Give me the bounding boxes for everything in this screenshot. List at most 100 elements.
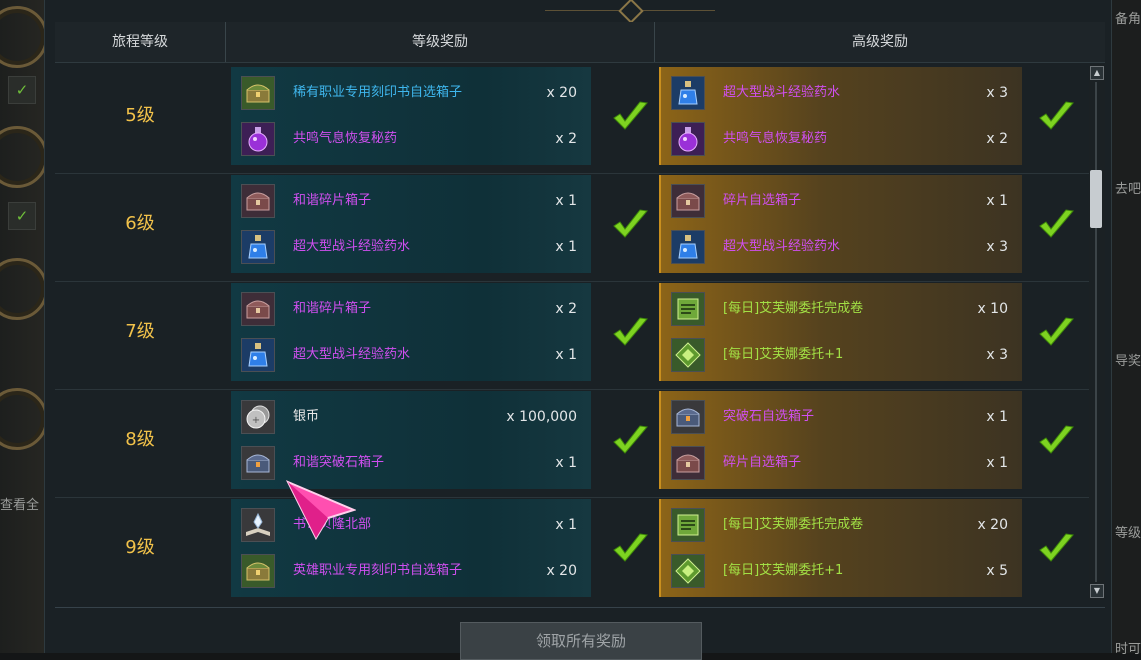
scroll-green-icon[interactable] — [671, 508, 705, 542]
footer-divider — [55, 607, 1105, 608]
reward-item[interactable]: [每日]艾芙娜委托完成卷 x 20 — [661, 502, 1022, 548]
reward-item[interactable]: 超大型战斗经验药水 x 1 — [231, 224, 591, 270]
journey-level-label: 8级 — [125, 429, 155, 450]
reward-item-name: [每日]艾芙娜委托+1 — [723, 347, 844, 362]
scrollbar[interactable]: ▲ ▼ — [1089, 64, 1105, 600]
journey-level-label: 9级 — [125, 537, 155, 558]
reward-item-quantity: x 1 — [555, 455, 577, 471]
potion-purple-icon[interactable] — [671, 122, 705, 156]
silver-coin-icon[interactable]: + — [241, 400, 275, 434]
reward-row: 8级 + 银币 x 100,000 和谐突破石箱子 x 1 突破石自选箱子 x 1 碎片自选箱子… — [55, 388, 1089, 498]
reward-item-quantity: x 100,000 — [506, 409, 577, 425]
background-left-panel: ✓ ✓ 查看全 — [0, 0, 48, 653]
reward-item[interactable]: 英雄职业专用刻印书自选箱子 x 20 — [231, 548, 591, 594]
reward-item[interactable]: 和谐突破石箱子 x 1 — [231, 440, 591, 486]
reward-item[interactable]: [每日]艾芙娜委托完成卷 x 10 — [661, 286, 1022, 332]
reward-item[interactable]: 稀有职业专用刻印书自选箱子 x 20 — [231, 70, 591, 116]
background-fragment: 导奖 — [1114, 354, 1141, 369]
reward-item[interactable]: 书：贝隆北部 x 1 — [231, 502, 591, 548]
reward-item-quantity: x 1 — [986, 193, 1008, 209]
scroll-down-icon[interactable]: ▼ — [1090, 584, 1104, 598]
journey-level-label: 6级 — [125, 213, 155, 234]
reward-row: 6级 和谐碎片箱子 x 1 超大型战斗经验药水 x 1 碎片自选箱子 x 1 超大型战斗经验药… — [55, 172, 1089, 282]
level-reward-card: + 银币 x 100,000 和谐突破石箱子 x 1 — [231, 391, 591, 489]
advanced-reward-card: 超大型战斗经验药水 x 3 共鸣气息恢复秘药 x 2 — [659, 67, 1022, 165]
chest-green-icon[interactable] — [241, 76, 275, 110]
emblem-green-icon[interactable] — [671, 338, 705, 372]
reward-item[interactable]: 共鸣气息恢复秘药 x 2 — [661, 116, 1022, 162]
level-reward-card: 和谐碎片箱子 x 2 超大型战斗经验药水 x 1 — [231, 283, 591, 381]
header-advanced-reward: 高级奖励 — [852, 34, 908, 50]
potion-blue-icon[interactable] — [241, 230, 275, 264]
svg-text:+: + — [252, 415, 260, 426]
scroll-up-icon[interactable]: ▲ — [1090, 66, 1104, 80]
reward-row: 9级 书：贝隆北部 x 1 英雄职业专用刻印书自选箱子 x 20 [每日]艾芙娜委托完成卷… — [55, 496, 1089, 604]
potion-purple-icon[interactable] — [241, 122, 275, 156]
claimed-check-icon — [1039, 209, 1074, 238]
reward-item-quantity: x 1 — [555, 193, 577, 209]
reward-item[interactable]: 和谐碎片箱子 x 2 — [231, 286, 591, 332]
reward-item-quantity: x 10 — [977, 301, 1008, 317]
book-icon[interactable] — [241, 508, 275, 542]
reward-item-quantity: x 2 — [555, 301, 577, 317]
reward-item-quantity: x 2 — [986, 131, 1008, 147]
reward-item-name: 共鸣气息恢复秘药 — [723, 131, 828, 146]
reward-item-quantity: x 3 — [986, 239, 1008, 255]
reward-item[interactable]: 和谐碎片箱子 x 1 — [231, 178, 591, 224]
scroll-track[interactable] — [1095, 82, 1097, 582]
reward-item[interactable]: 超大型战斗经验药水 x 3 — [661, 70, 1022, 116]
reward-item[interactable]: 碎片自选箱子 x 1 — [661, 178, 1022, 224]
header-journey-level: 旅程等级 — [112, 34, 168, 50]
chest-blue-icon[interactable] — [241, 446, 275, 480]
reward-item-name: 超大型战斗经验药水 — [723, 239, 841, 254]
pointer-cursor-icon — [286, 480, 356, 540]
chest-red-icon[interactable] — [671, 446, 705, 480]
reward-item-name: 突破石自选箱子 — [723, 409, 815, 424]
scroll-thumb[interactable] — [1090, 170, 1102, 228]
view-all-link[interactable]: 查看全 — [0, 494, 39, 513]
reward-item-quantity: x 3 — [986, 347, 1008, 363]
reward-item[interactable]: 超大型战斗经验药水 x 1 — [231, 332, 591, 378]
claimed-check-icon — [613, 209, 648, 238]
reward-item-quantity: x 20 — [546, 85, 577, 101]
reward-item[interactable]: 碎片自选箱子 x 1 — [661, 440, 1022, 486]
reward-item-name: 超大型战斗经验药水 — [723, 85, 841, 100]
level-ring-icon — [0, 6, 48, 68]
claimed-check-icon — [1039, 425, 1074, 454]
reward-item-name: 碎片自选箱子 — [723, 455, 802, 470]
scroll-green-icon[interactable] — [671, 292, 705, 326]
reward-item-name: 超大型战斗经验药水 — [293, 239, 411, 254]
reward-item-name: 和谐碎片箱子 — [293, 193, 372, 208]
reward-item-quantity: x 20 — [546, 563, 577, 579]
reward-table-header: 旅程等级 等级奖励 高级奖励 — [55, 22, 1105, 63]
journey-level-label: 5级 — [125, 105, 155, 126]
claimed-check-icon — [613, 425, 648, 454]
emblem-green-icon[interactable] — [671, 554, 705, 588]
reward-item-quantity: x 3 — [986, 85, 1008, 101]
level-reward-card: 稀有职业专用刻印书自选箱子 x 20 共鸣气息恢复秘药 x 2 — [231, 67, 591, 165]
potion-blue-icon[interactable] — [241, 338, 275, 372]
reward-item[interactable]: 共鸣气息恢复秘药 x 2 — [231, 116, 591, 162]
level-reward-card: 书：贝隆北部 x 1 英雄职业专用刻印书自选箱子 x 20 — [231, 499, 591, 597]
potion-blue-icon[interactable] — [671, 76, 705, 110]
claim-all-button[interactable]: 领取所有奖励 — [460, 622, 702, 660]
reward-item-quantity: x 1 — [555, 239, 577, 255]
reward-item-name: 英雄职业专用刻印书自选箱子 — [293, 563, 463, 578]
reward-item[interactable]: [每日]艾芙娜委托+1 x 3 — [661, 332, 1022, 378]
advanced-reward-card: 突破石自选箱子 x 1 碎片自选箱子 x 1 — [659, 391, 1022, 489]
reward-item[interactable]: [每日]艾芙娜委托+1 x 5 — [661, 548, 1022, 594]
reward-item[interactable]: 突破石自选箱子 x 1 — [661, 394, 1022, 440]
chest-red-icon[interactable] — [671, 184, 705, 218]
claimed-check-icon — [1039, 533, 1074, 562]
reward-row: 7级 和谐碎片箱子 x 2 超大型战斗经验药水 x 1 [每日]艾芙娜委托完成卷 x 10[… — [55, 280, 1089, 390]
chest-red-icon[interactable] — [241, 292, 275, 326]
reward-item[interactable]: 超大型战斗经验药水 x 3 — [661, 224, 1022, 270]
background-fragment: 去吧 — [1114, 182, 1141, 197]
potion-blue-icon[interactable] — [671, 230, 705, 264]
reward-item-name: 稀有职业专用刻印书自选箱子 — [293, 85, 463, 100]
reward-item[interactable]: + 银币 x 100,000 — [231, 394, 591, 440]
advanced-reward-card: 碎片自选箱子 x 1 超大型战斗经验药水 x 3 — [659, 175, 1022, 273]
chest-green-icon[interactable] — [241, 554, 275, 588]
chest-red-icon[interactable] — [241, 184, 275, 218]
chest-blue-icon[interactable] — [671, 400, 705, 434]
